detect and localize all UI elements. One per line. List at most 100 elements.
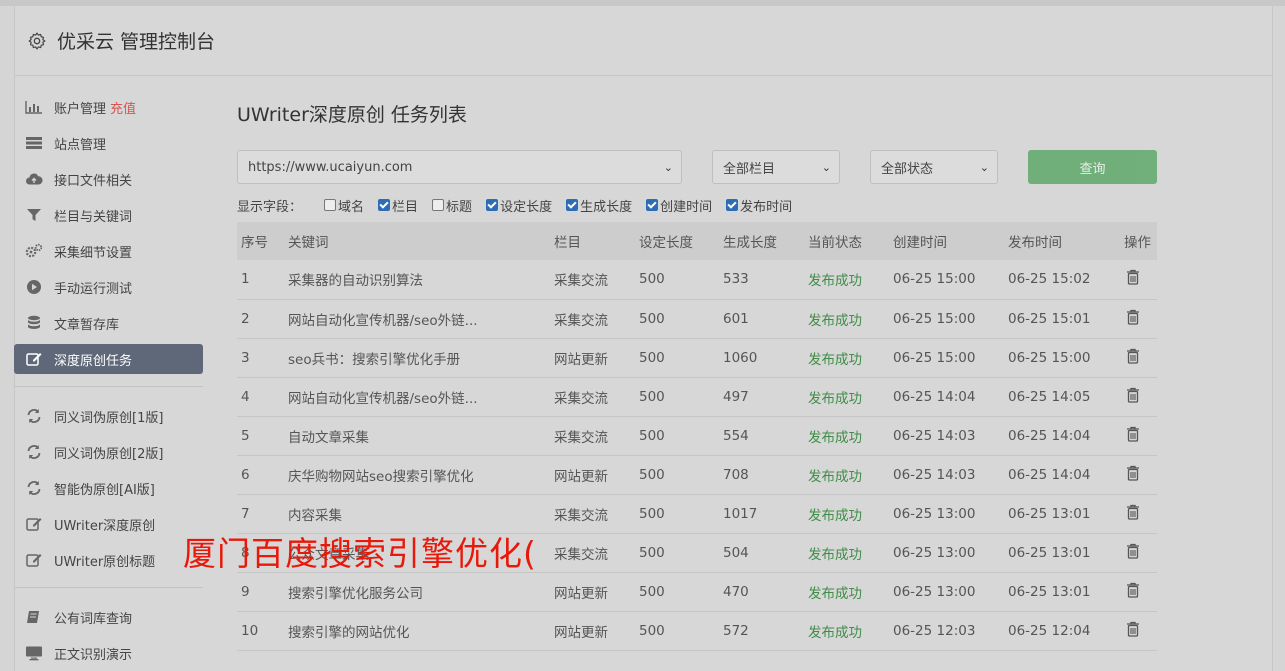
trash-icon[interactable] [1126,309,1140,325]
sidebar-item[interactable]: 正文识别演示 [14,638,203,668]
action-cell [1120,299,1157,338]
sidebar-item[interactable]: 账户管理 充值 [14,92,203,122]
status-select[interactable]: 全部状态 ⌄ [870,150,998,184]
column-select-value: 全部栏目 [723,161,776,177]
sidebar-item-label: UWriter深度原创 [54,518,156,534]
sidebar: 账户管理 充值 站点管理接口文件相关 栏目与关键词 采集细节设置手动运行测试 文章暂存库深… [14,92,203,671]
checkbox-checked-icon[interactable] [378,199,391,211]
action-cell [1120,338,1157,377]
field-checkbox[interactable]: 发布时间 [726,196,792,215]
table-cell: 06-25 14:04 [1008,466,1091,483]
trash-icon[interactable] [1126,543,1140,559]
trash-icon[interactable] [1126,582,1140,598]
checkbox-checked-icon[interactable] [646,199,659,211]
sidebar-item[interactable]: 栏目与关键词 [14,200,203,230]
task-table: 序号 关键词 栏目 设定长度 生成长度 当前状态 创建时间 发布时间 操作 1 采集器的自动识别算… [237,222,1157,651]
sidebar-item[interactable]: 同义词伪原创[1版] [14,401,203,431]
table-cell: 采集交流 [554,546,608,563]
query-button[interactable]: 查询 [1028,150,1157,184]
action-cell [1120,533,1157,572]
field-checkbox[interactable]: 域名 [324,196,364,215]
sidebar-item[interactable]: 智能伪原创[AI版] [14,473,203,503]
field-checkbox[interactable]: 创建时间 [646,196,712,215]
chevron-down-icon: ⌄ [979,160,989,174]
action-cell [1120,611,1157,650]
field-checkbox[interactable]: 生成长度 [566,196,632,215]
action-cell [1120,572,1157,611]
sidebar-item-label: 手动运行测试 [54,281,133,297]
status-badge: 发布成功 [808,312,862,329]
sidebar-item[interactable]: 采集细节设置 [14,236,203,266]
action-cell [1120,416,1157,455]
sidebar-item[interactable]: 公有词库查询 [14,602,203,632]
status-badge: 发布成功 [808,585,862,602]
trash-icon[interactable] [1126,387,1140,403]
table-row: 1 采集器的自动识别算法 采集交流 500 533 发布成功 06-25 15:00 06-2… [237,260,1157,299]
play-circle-icon [25,279,43,295]
trash-icon[interactable] [1126,348,1140,364]
checkbox-checked-icon[interactable] [726,199,739,211]
trash-icon[interactable] [1126,621,1140,637]
field-checkbox[interactable]: 标题 [432,196,472,215]
site-select[interactable]: https://www.ucaiyun.com ⌄ [237,150,682,184]
trash-icon[interactable] [1126,269,1140,285]
table-cell: 06-25 15:00 [1008,349,1091,366]
table-cell: 708 [723,466,749,483]
table-cell: 10 [241,622,259,639]
status-badge: 发布成功 [808,624,862,641]
sidebar-item[interactable]: UWriter深度原创 [14,509,203,539]
chevron-down-icon: ⌄ [821,160,831,174]
sidebar-divider [14,587,203,588]
database-icon [25,315,43,331]
table-cell: 06-25 15:01 [1008,310,1091,327]
table-cell: 采集器的自动识别算法 [288,273,423,290]
sidebar-item-label: 文章暂存库 [54,317,120,333]
column-header: 设定长度 [639,235,693,251]
table-cell: 搜索引擎的网站优化 [288,624,410,641]
status-badge: 发布成功 [808,546,862,563]
table-cell: 06-25 13:01 [1008,583,1091,600]
action-cell [1120,455,1157,494]
table-cell: 1060 [723,349,758,366]
checkbox-checked-icon[interactable] [486,199,499,211]
column-header: 创建时间 [893,235,947,251]
recharge-link[interactable]: 充值 [110,98,136,117]
sidebar-item[interactable]: 手动运行测试 [14,272,203,302]
table-cell: 4 [241,388,250,405]
sidebar-item[interactable]: 站点管理 [14,128,203,158]
table-row: 6 庆华购物网站seo搜索引擎优化 网站更新 500 708 发布成功 06-25 14:0… [237,455,1157,494]
table-cell: 500 [639,349,665,366]
status-badge: 发布成功 [808,468,862,485]
checkbox-checked-icon[interactable] [566,199,579,211]
column-header: 操作 [1124,235,1151,251]
table-cell: 500 [639,310,665,327]
column-header: 关键词 [288,235,329,251]
table-cell: 500 [639,388,665,405]
checkbox-unchecked-icon[interactable] [432,199,445,211]
display-fields-label: 显示字段： [237,199,303,215]
table-cell: 06-25 14:04 [893,388,976,405]
sidebar-item[interactable]: 文章暂存库 [14,308,203,338]
status-badge: 发布成功 [808,390,862,407]
table-cell: 6 [241,466,250,483]
sidebar-item-label: 同义词伪原创[2版] [54,446,164,462]
field-checkbox[interactable]: 栏目 [378,196,418,215]
sidebar-item[interactable]: 接口文件相关 [14,164,203,194]
trash-icon[interactable] [1126,504,1140,520]
watermark-text: 厦门百度搜索引擎优化( [183,534,537,573]
checkbox-unchecked-icon[interactable] [324,199,337,211]
status-badge: 发布成功 [808,273,862,290]
edit-icon [25,552,43,568]
table-cell: 470 [723,583,749,600]
column-select[interactable]: 全部栏目 ⌄ [712,150,840,184]
table-cell: 9 [241,583,250,600]
sidebar-item[interactable]: 深度原创任务 [14,344,203,374]
table-cell: 搜索引擎优化服务公司 [288,585,423,602]
trash-icon[interactable] [1126,426,1140,442]
field-checkbox[interactable]: 设定长度 [486,196,552,215]
table-cell: 采集交流 [554,507,608,524]
sidebar-item[interactable]: UWriter原创标题 [14,545,203,575]
trash-icon[interactable] [1126,465,1140,481]
sidebar-item[interactable]: 同义词伪原创[2版] [14,437,203,467]
field-checkbox-label: 栏目 [392,199,419,215]
